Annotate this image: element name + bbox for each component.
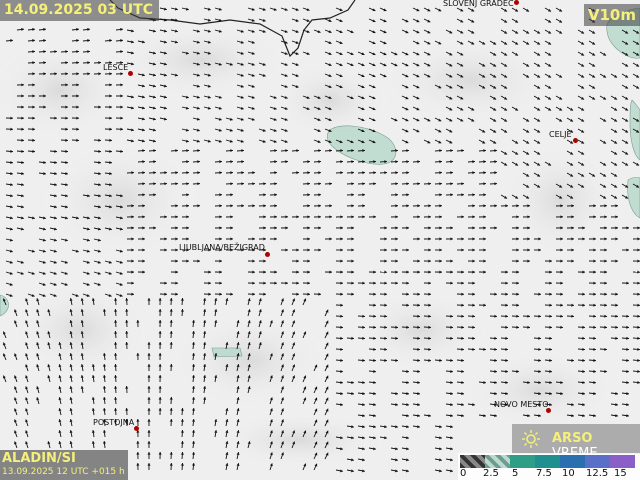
- scale-swatch-3: [535, 455, 560, 468]
- sun-icon: [522, 430, 540, 448]
- scale-swatch-2: [510, 455, 535, 468]
- model-info: ALADIN/SI 13.09.2025 12 UTC +015 h: [0, 450, 128, 480]
- city-label-slovenj-gradec: SLOVENJ GRADEC: [443, 0, 514, 8]
- city-dot-celje: [573, 138, 578, 143]
- city-label-celje: CELJE: [549, 130, 572, 139]
- city-label-novo-mesto: NOVO MESTO: [494, 400, 549, 409]
- city-label-ljubljana: LJUBLJANA/BEŽIGRAD: [179, 243, 265, 252]
- scale-tick-2: 5: [512, 468, 519, 479]
- city-dot-postojna: [134, 426, 139, 431]
- model-name: ALADIN/SI: [2, 451, 76, 466]
- logo-brand: ARSO: [552, 431, 593, 446]
- scale-tick-0: 0: [460, 468, 467, 479]
- scale-tick-4: 10: [562, 468, 575, 479]
- city-dot-lesce: [128, 71, 133, 76]
- city-label-lesce: LESCE: [103, 63, 129, 72]
- arso-logo: ARSO VREME: [512, 424, 640, 461]
- valid-time-label: 14.09.2025 03 UTC: [0, 0, 159, 21]
- variable-label: V10m: [583, 4, 640, 26]
- scale-swatch-1: [485, 455, 510, 468]
- model-run-time: 13.09.2025 12 UTC +015 h: [2, 467, 125, 477]
- scale-tick-3: 7.5: [536, 468, 552, 479]
- scale-tick-5: 12.5: [586, 468, 609, 479]
- scale-swatch-6: [610, 455, 635, 468]
- scale-swatch-0: [460, 455, 485, 468]
- city-dot-slovenj-gradec: [514, 0, 519, 5]
- city-label-postojna: POSTOJNA: [93, 418, 135, 427]
- scale-swatch-5: [585, 455, 610, 468]
- scale-tick-6: 15: [614, 468, 627, 479]
- scale-swatch-4: [560, 455, 585, 468]
- scale-tick-1: 2.5: [483, 468, 499, 479]
- city-dot-ljubljana: [265, 252, 270, 257]
- color-scale: 0 2.5 5 7.5 10 12.5 15: [458, 453, 640, 480]
